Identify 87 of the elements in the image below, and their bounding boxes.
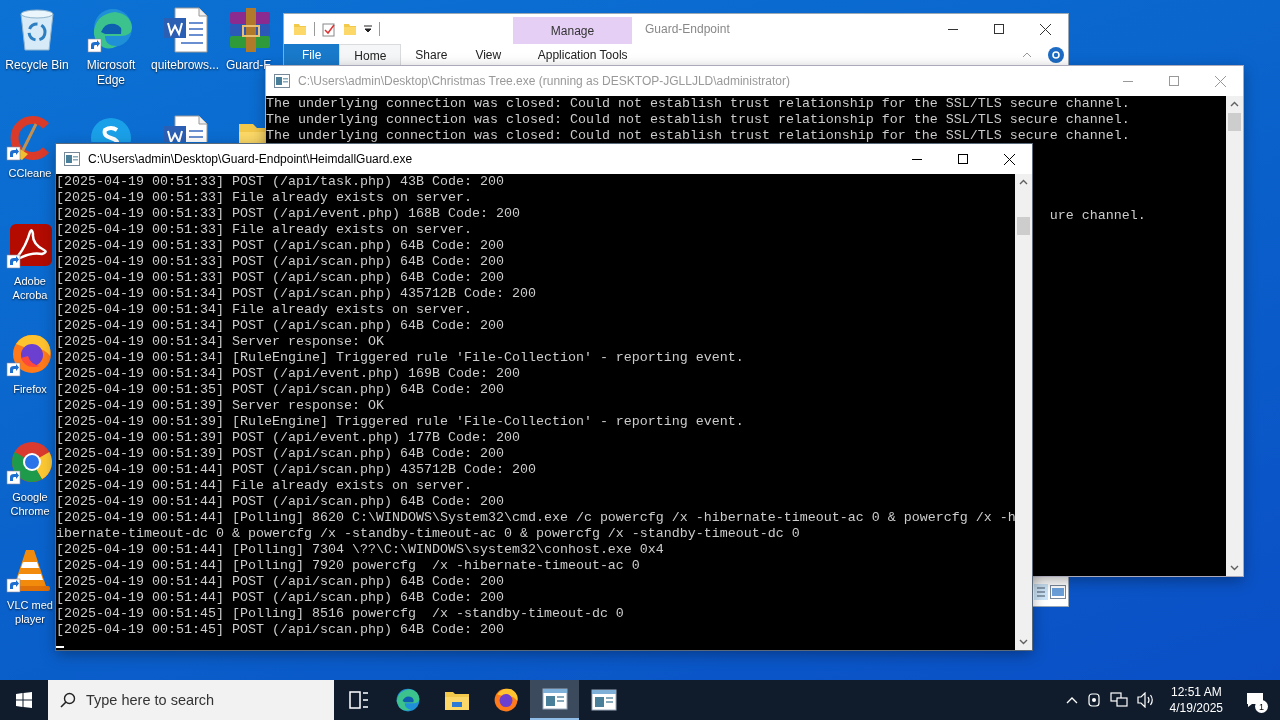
- scrollbar-thumb[interactable]: [1017, 217, 1030, 235]
- window-title: C:\Users\admin\Desktop\Christmas Tree.exe (running as DESKTOP-JGLLJLD\administrator): [298, 74, 791, 88]
- console-line: [2025-04-19 00:51:33] POST (/api/scan.php) 64B Code: 200: [56, 270, 505, 286]
- details-view-icon[interactable]: [1034, 584, 1048, 600]
- icon-label[interactable]: Guard-E: [226, 58, 272, 73]
- console-line: [2025-04-19 00:51:33] POST (/api/task.php) 43B Code: 200: [56, 174, 505, 190]
- console-line: [2025-04-19 00:51:45] POST (/api/scan.php) 64B Code: 200: [56, 622, 505, 638]
- ribbon-tab[interactable]: Share: [401, 44, 462, 66]
- console-window-icon: [541, 688, 568, 710]
- browser-icon: [492, 687, 519, 713]
- maximize-icon: [994, 24, 1004, 34]
- properties-icon[interactable]: [322, 21, 336, 37]
- console-line: [2025-04-19 00:51:34] [RuleEngine] Triggered rule 'File-Collection' - reporting event.: [56, 350, 745, 366]
- pdf-icon: [6, 222, 54, 270]
- console-line: [2025-04-19 00:51:34] File already exists on server.: [56, 302, 473, 318]
- console-line: [2025-04-19 00:51:39] POST (/api/event.php) 177B Code: 200: [56, 430, 521, 446]
- close-icon: [1039, 23, 1051, 35]
- console-line: [2025-04-19 00:51:44] [Polling] 7920 powercfg /x -hibernate-timeout-ac 0: [56, 558, 641, 574]
- browser-icon: [87, 6, 135, 54]
- scrollbar-thumb[interactable]: [1228, 113, 1241, 131]
- device-icon[interactable]: [1086, 692, 1101, 708]
- maximize-icon: [958, 154, 968, 164]
- speaker-icon[interactable]: [1136, 692, 1155, 708]
- icon-label[interactable]: CCleane: [8, 166, 52, 180]
- console-line: [2025-04-19 00:51:33] File already exists on server.: [56, 190, 473, 206]
- window-title: C:\Users\admin\Desktop\Guard-Endpoint\HeimdallGuard.exe: [88, 152, 414, 166]
- ribbon-tab[interactable]: Application Tools: [523, 44, 643, 66]
- console-window-icon: [64, 152, 80, 166]
- close-icon: [1003, 153, 1015, 165]
- search-icon: [60, 692, 76, 708]
- close-icon: [1214, 75, 1226, 87]
- console-line: [2025-04-19 00:51:35] POST (/api/scan.php) 64B Code: 200: [56, 382, 505, 398]
- console-line: [2025-04-19 00:51:39] POST (/api/scan.php) 64B Code: 200: [56, 446, 505, 462]
- browser-icon: [394, 687, 421, 713]
- network-icon[interactable]: [1109, 692, 1128, 708]
- notification-count: 1: [1255, 700, 1268, 713]
- console-line: The underlying connection was closed: Could not establish trust relationship for the SSL/TLS secure channel.: [266, 128, 1131, 144]
- console-line: [2025-04-19 00:51:45] [Polling] 8516 powercfg /x -standby-timeout-dc 0: [56, 606, 625, 622]
- console-line: [2025-04-19 00:51:33] POST (/api/scan.php) 64B Code: 200: [56, 254, 505, 270]
- icon-label[interactable]: Firefox: [13, 382, 47, 396]
- console-line: [2025-04-19 00:51:34] Server response: OK: [56, 334, 385, 350]
- search-field[interactable]: Type here to search: [48, 680, 334, 720]
- console-line: The underlying connection was closed: Could not establish trust relationship for the SSL/TLS secure channel.: [266, 96, 1131, 112]
- console-line: [2025-04-19 00:51:33] File already exists on server.: [56, 222, 473, 238]
- maximize-icon: [1169, 76, 1179, 86]
- console-line: [2025-04-19 00:51:44] [Polling] 7304 \??\C:\WINDOWS\system32\conhost.exe 0x4: [56, 542, 665, 558]
- console-line: [2025-04-19 00:51:44] File already exists on server.: [56, 478, 473, 494]
- icon-label[interactable]: Recycle Bin: [5, 58, 69, 73]
- clock-time[interactable]: 12:51 AM: [1170, 684, 1222, 700]
- console-line: [2025-04-19 00:51:39] Server response: OK: [56, 398, 385, 414]
- chevron-up-icon[interactable]: [1065, 696, 1078, 704]
- console-line: [2025-04-19 00:51:44] POST (/api/scan.php) 64B Code: 200: [56, 590, 505, 606]
- console-line: [2025-04-19 00:51:39] [RuleEngine] Triggered rule 'File-Collection' - reporting event.: [56, 414, 745, 430]
- icon-label[interactable]: Adobe Acroba: [4, 274, 56, 302]
- console-line: ure channel.: [1049, 208, 1146, 224]
- scrollbar[interactable]: [1226, 96, 1243, 576]
- dropdown-caret-icon[interactable]: [364, 25, 372, 33]
- scrollbar[interactable]: [1015, 174, 1032, 650]
- notification-button[interactable]: 1: [1238, 680, 1272, 720]
- console-line: [2025-04-19 00:51:34] POST (/api/scan.php) 435712B Code: 200: [56, 286, 537, 302]
- console-line: [2025-04-19 00:51:34] POST (/api/event.php) 169B Code: 200: [56, 366, 521, 382]
- icon-label[interactable]: Microsoft Edge: [75, 58, 147, 88]
- icon-label[interactable]: VLC med player: [4, 598, 56, 626]
- icon-label[interactable]: quitebrows...: [150, 58, 219, 73]
- clock-date[interactable]: 4/19/2025: [1169, 700, 1223, 716]
- console-line: [2025-04-19 00:51:34] POST (/api/scan.php) 64B Code: 200: [56, 318, 505, 334]
- windows-logo-icon: [16, 692, 32, 708]
- task-view-icon: [348, 691, 369, 709]
- collapse-ribbon-icon[interactable]: [1022, 52, 1032, 58]
- console-window-icon: [590, 689, 617, 711]
- large-icons-view-icon[interactable]: [1050, 585, 1066, 599]
- console-line: [2025-04-19 00:51:44] POST (/api/scan.php) 435712B Code: 200: [56, 462, 537, 478]
- ribbon-tab[interactable]: File: [284, 44, 340, 66]
- contextual-tab-header: Manage: [513, 17, 632, 44]
- console-line: [2025-04-19 00:51:33] POST (/api/scan.php) 64B Code: 200: [56, 238, 505, 254]
- taskbar-app[interactable]: [530, 680, 579, 720]
- document-icon: [161, 6, 209, 54]
- ribbon-tab[interactable]: View: [461, 44, 516, 66]
- console-window-icon: [274, 74, 290, 88]
- ribbon-tab[interactable]: Home: [339, 44, 402, 66]
- window-title: Guard-Endpoint: [645, 22, 731, 36]
- console-line: The underlying connection was closed: Could not establish trust relationship for the SSL/TLS secure channel.: [266, 112, 1131, 128]
- console-line: [2025-04-19 00:51:44] [Polling] 8620 C:\WINDOWS\System32\cmd.exe /c powercfg /x -hibernate-timeout-ac 0 & powercfg /x -hibernate-timeout-dc 0 & powercfg /x -standby-timeout-ac 0 & powercfg /x -standby-timeout-dc 0: [56, 510, 1015, 542]
- console-line: [2025-04-19 00:51:44] POST (/api/scan.php) 64B Code: 200: [56, 494, 505, 510]
- icon-label[interactable]: Google Chrome: [4, 490, 56, 518]
- console-line: [2025-04-19 00:51:33] POST (/api/event.php) 168B Code: 200: [56, 206, 521, 222]
- console-line: [2025-04-19 00:51:44] POST (/api/scan.php) 64B Code: 200: [56, 574, 505, 590]
